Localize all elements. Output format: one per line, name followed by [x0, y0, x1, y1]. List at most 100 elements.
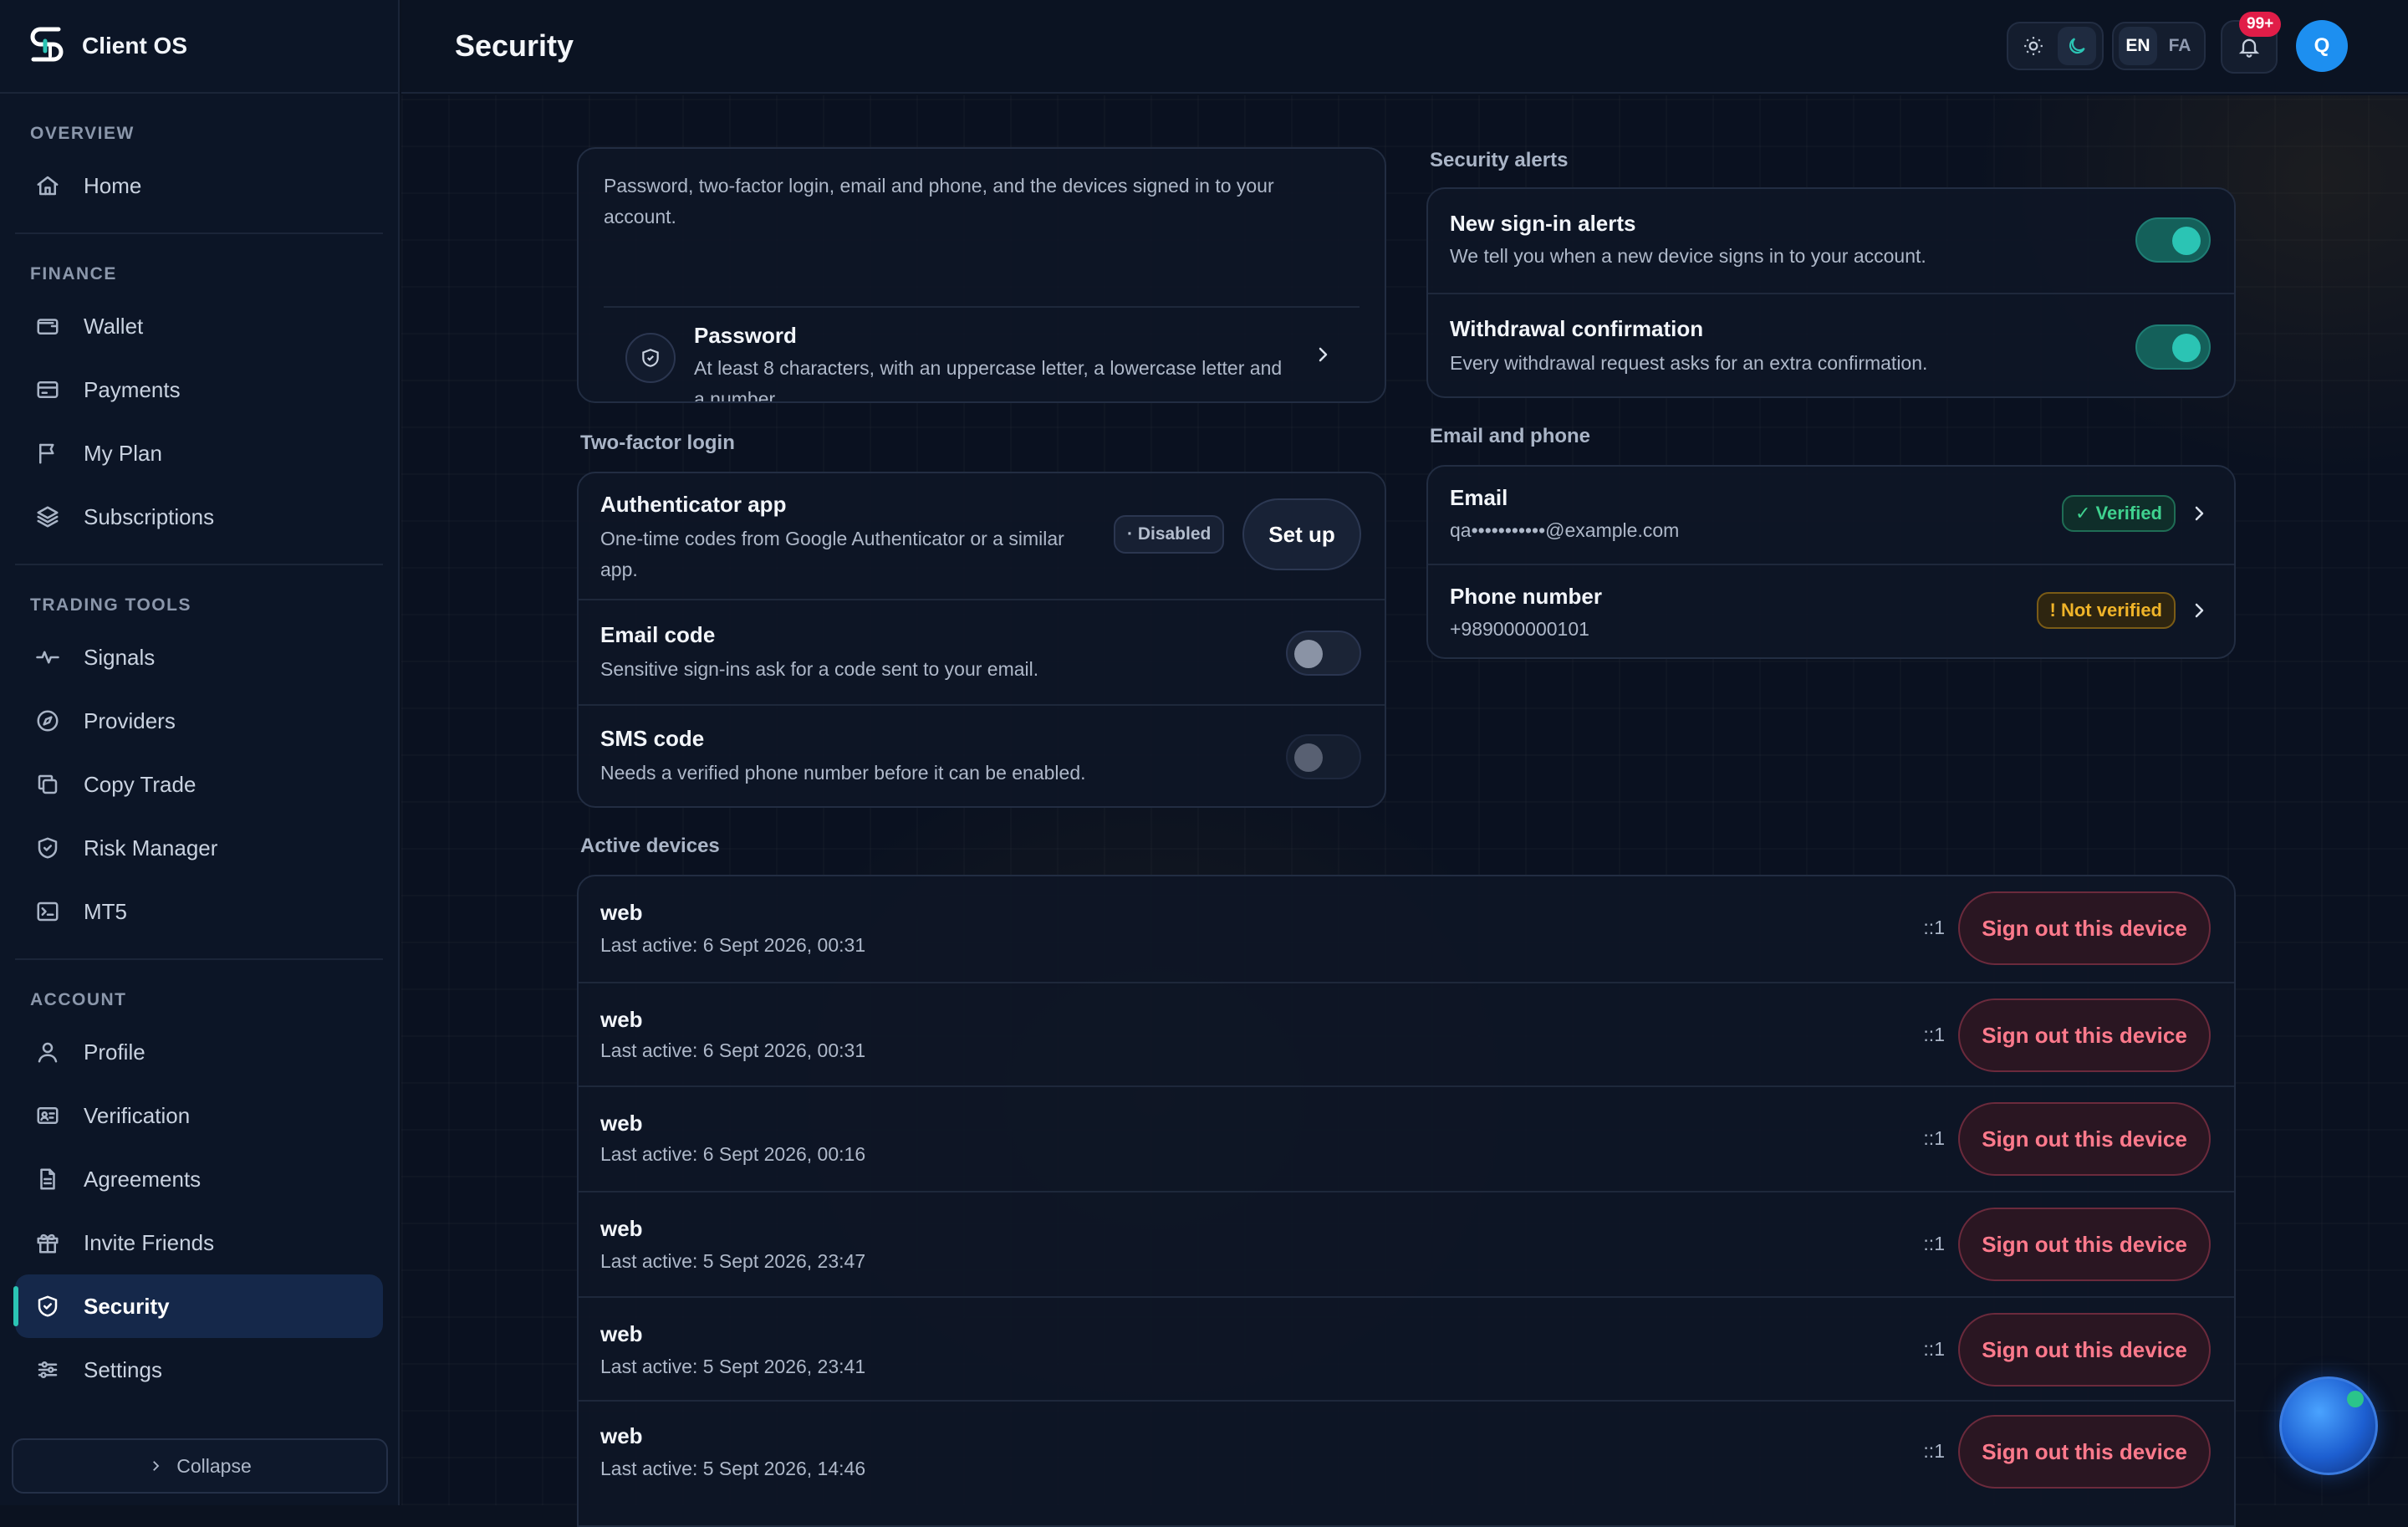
light-theme-button[interactable] — [2014, 27, 2053, 65]
device-name: web — [600, 1007, 643, 1032]
bell-icon — [2238, 38, 2260, 58]
device-ip: ::1 — [1923, 917, 1945, 938]
sign-out-device-button[interactable]: Sign out this device — [1958, 1415, 2211, 1489]
authenticator-app-title: Authenticator app — [600, 492, 787, 517]
sign-out-device-button[interactable]: Sign out this device — [1958, 1102, 2211, 1176]
compass-icon — [33, 707, 62, 735]
device-name: web — [600, 1216, 643, 1241]
lang-en-button[interactable]: EN — [2119, 27, 2157, 65]
password-chevron — [1311, 343, 1334, 366]
password-description: At least 8 characters, with an uppercase… — [694, 357, 1283, 403]
sidebar-item-label: Settings — [84, 1356, 162, 1382]
brand[interactable]: Client OS — [0, 0, 398, 94]
withdrawal-confirmation-title: Withdrawal confirmation — [1450, 316, 1704, 341]
withdrawal-confirmation-toggle[interactable] — [2135, 324, 2211, 370]
sidebar-item-label: Home — [84, 172, 142, 198]
security-alerts-section-label: Security alerts — [1430, 149, 1569, 171]
sidebar-item-signals[interactable]: Signals — [15, 626, 383, 689]
sidebar-item-profile[interactable]: Profile — [15, 1020, 383, 1084]
layers-icon — [33, 503, 62, 531]
password-row[interactable]: Password At least 8 characters, with an … — [579, 308, 1385, 403]
sidebar-item-security[interactable]: Security — [13, 1274, 383, 1338]
active-devices-card: web Last active: 6 Sept 2026, 00:31 ::1 … — [577, 875, 2236, 1527]
withdrawal-confirmation-row: Withdrawal confirmation Every withdrawal… — [1428, 293, 2234, 396]
device-ip: ::1 — [1923, 1233, 1945, 1254]
email-code-title: Email code — [600, 622, 716, 647]
terminal-icon — [33, 897, 62, 926]
email-code-toggle[interactable] — [1286, 631, 1361, 676]
email-value: qa•••••••••••@example.com — [1450, 519, 1680, 541]
sidebar-item-label: Subscriptions — [84, 503, 215, 529]
avatar[interactable]: Q — [2296, 20, 2348, 72]
two-factor-section-label: Two-factor login — [580, 432, 735, 454]
lang-fa-button[interactable]: FA — [2161, 27, 2199, 65]
page-title: Security — [455, 28, 574, 63]
sidebar-item-subscriptions[interactable]: Subscriptions — [15, 485, 383, 549]
language-toggle: EN FA — [2112, 22, 2206, 70]
sidebar-item-label: Providers — [84, 707, 176, 733]
device-last-active: Last active: 6 Sept 2026, 00:31 — [600, 1039, 866, 1061]
sidebar-item-wallet[interactable]: Wallet — [15, 294, 383, 358]
device-name: web — [600, 1423, 643, 1448]
sidebar-item-label: Copy Trade — [84, 771, 196, 797]
device-name: web — [600, 900, 643, 925]
brand-name: Client OS — [82, 33, 188, 59]
chevron-right-icon — [2195, 603, 2204, 618]
globe-assistant-button[interactable] — [2279, 1376, 2378, 1475]
new-signin-alerts-toggle[interactable] — [2135, 217, 2211, 263]
device-last-active: Last active: 6 Sept 2026, 00:31 — [600, 934, 866, 956]
device-last-active: Last active: 5 Sept 2026, 23:41 — [600, 1356, 866, 1377]
sms-code-toggle[interactable] — [1286, 734, 1361, 779]
phone-value: +989000000101 — [1450, 618, 1589, 640]
shield-check-icon — [33, 1292, 62, 1320]
sidebar-item-copy-trade[interactable]: Copy Trade — [15, 753, 383, 816]
sidebar-item-providers[interactable]: Providers — [15, 689, 383, 753]
moon-icon — [2069, 38, 2085, 54]
sidebar-item-settings[interactable]: Settings — [15, 1338, 383, 1402]
email-row[interactable]: Email qa•••••••••••@example.com ✓ Verifi… — [1428, 467, 2234, 564]
sign-out-device-button[interactable]: Sign out this device — [1958, 1313, 2211, 1387]
sms-code-title: SMS code — [600, 726, 705, 751]
user-icon — [33, 1038, 62, 1066]
sign-out-device-button[interactable]: Sign out this device — [1958, 1208, 2211, 1281]
sidebar-item-my-plan[interactable]: My Plan — [15, 421, 383, 485]
dark-theme-button[interactable] — [2058, 27, 2096, 65]
active-devices-section-label: Active devices — [580, 835, 720, 857]
collapse-button[interactable]: Collapse — [12, 1438, 388, 1494]
activity-icon — [33, 643, 62, 672]
sidebar-item-agreements[interactable]: Agreements — [15, 1147, 383, 1211]
sidebar-item-verification[interactable]: Verification — [15, 1084, 383, 1147]
toggle-knob — [2172, 227, 2201, 255]
toggle-knob — [1294, 640, 1323, 668]
device-ip: ::1 — [1923, 1440, 1945, 1462]
nav-section-title: ACCOUNT — [30, 990, 127, 1009]
device-row: web Last active: 6 Sept 2026, 00:31 ::1 … — [579, 876, 2234, 982]
sidebar-item-invite-friends[interactable]: Invite Friends — [15, 1211, 383, 1274]
sidebar-item-risk-manager[interactable]: Risk Manager — [15, 816, 383, 880]
wallet-icon — [33, 312, 62, 340]
nav-section-finance: FINANCE Wallet Payments My Plan Subscrip… — [15, 232, 383, 564]
sidebar-nav: OVERVIEW Home FINANCE Wallet Payments My… — [0, 94, 398, 1402]
new-signin-alerts-row: New sign-in alerts We tell you when a ne… — [1428, 189, 2234, 293]
overview-description: Password, two-factor login, email and ph… — [604, 175, 1274, 227]
email-code-description: Sensitive sign-ins ask for a code sent t… — [600, 658, 1039, 680]
sidebar-item-label: My Plan — [84, 440, 162, 466]
sidebar-item-home[interactable]: Home — [15, 154, 383, 217]
sign-out-device-button[interactable]: Sign out this device — [1958, 891, 2211, 965]
brand-logo-icon — [30, 27, 64, 62]
device-row: web Last active: 6 Sept 2026, 00:16 ::1 … — [579, 1085, 2234, 1191]
email-chevron — [2187, 502, 2211, 525]
sidebar-item-label: Invite Friends — [84, 1229, 215, 1255]
password-title: Password — [694, 323, 797, 348]
document-icon — [33, 1165, 62, 1193]
sidebar-item-payments[interactable]: Payments — [15, 358, 383, 421]
phone-not-verified-badge: ! Not verified — [2036, 592, 2176, 629]
collapse-label: Collapse — [176, 1454, 252, 1477]
nav-section-title: TRADING TOOLS — [30, 595, 191, 615]
sign-out-device-button[interactable]: Sign out this device — [1958, 998, 2211, 1072]
sidebar-item-mt5[interactable]: MT5 — [15, 880, 383, 943]
device-ip: ::1 — [1923, 1024, 1945, 1045]
setup-authenticator-button[interactable]: Set up — [1242, 498, 1361, 570]
phone-chevron — [2187, 599, 2211, 622]
phone-row[interactable]: Phone number +989000000101 ! Not verifie… — [1428, 564, 2234, 657]
